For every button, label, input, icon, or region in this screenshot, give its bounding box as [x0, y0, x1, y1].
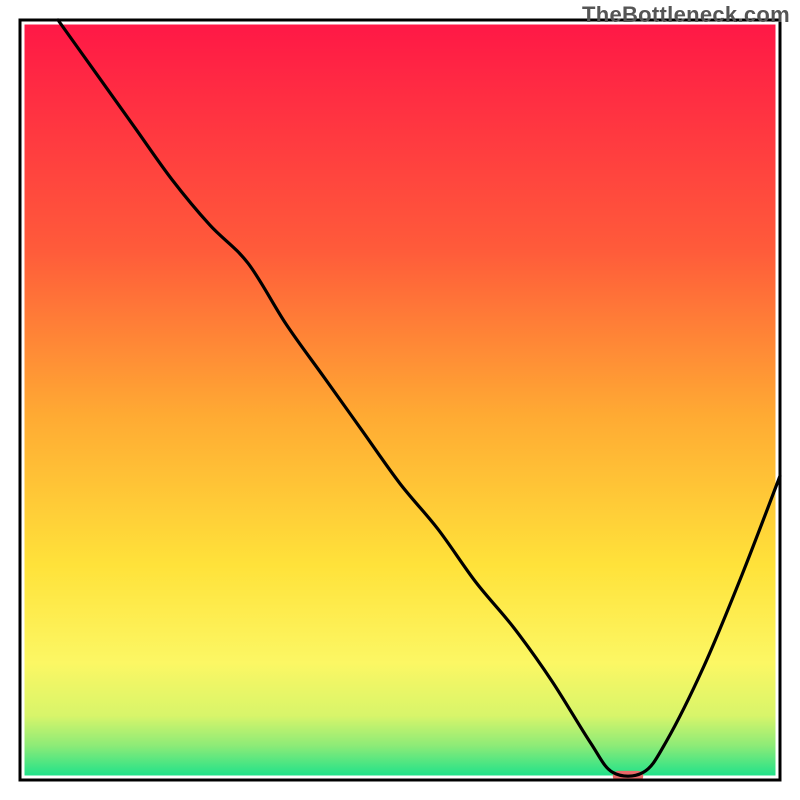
bottleneck-chart: TheBottleneck.com — [0, 0, 800, 800]
watermark-text: TheBottleneck.com — [582, 2, 790, 28]
chart-canvas — [0, 0, 800, 800]
plot-area — [20, 20, 780, 782]
gradient-background — [25, 25, 776, 776]
